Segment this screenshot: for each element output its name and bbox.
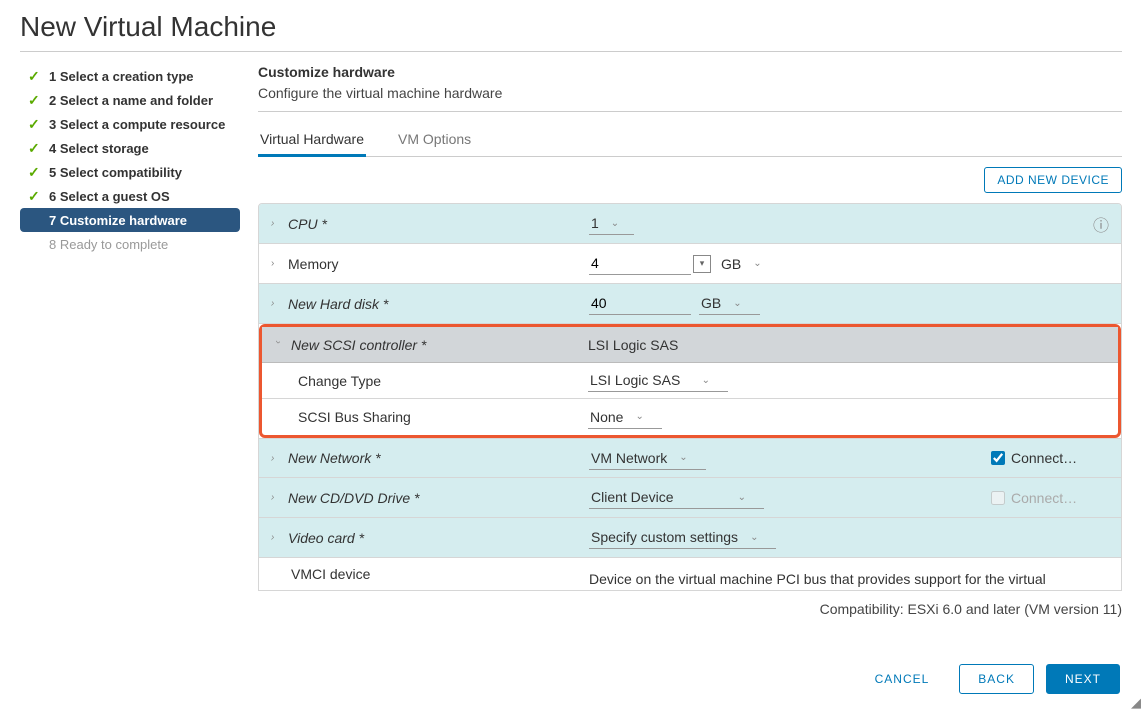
add-new-device-button[interactable]: ADD NEW DEVICE	[984, 167, 1122, 193]
section-title: Customize hardware	[258, 64, 1122, 80]
caret-right-icon: ›	[271, 258, 279, 269]
cpu-label[interactable]: ›CPU *	[259, 216, 589, 232]
dialog-title: New Virtual Machine	[20, 0, 1122, 52]
cancel-button[interactable]: CANCEL	[857, 665, 948, 693]
wizard-step-8: ✓8 Ready to complete	[20, 232, 240, 256]
check-icon: ✓	[28, 164, 42, 181]
wizard-steps: ✓ 1 Select a creation type ✓ 2 Select a na…	[20, 64, 240, 627]
row-scsi-controller: ›New SCSI controller * LSI Logic SAS	[262, 327, 1118, 363]
chevron-down-icon: ⌄	[750, 532, 758, 543]
back-button[interactable]: BACK	[959, 664, 1034, 694]
video-select[interactable]: Specify custom settings⌄	[589, 526, 776, 549]
cd-dvd-select[interactable]: Client Device⌄	[589, 486, 764, 509]
cd-dvd-connect-checkbox	[991, 491, 1005, 505]
chevron-down-icon: ⌄	[738, 492, 746, 503]
chevron-down-icon: ⌄	[753, 258, 761, 269]
step-label: 7 Customize hardware	[49, 213, 187, 228]
change-type-label: Change Type	[262, 373, 588, 389]
memory-stepper[interactable]: ▾	[693, 255, 711, 273]
memory-label[interactable]: ›Memory	[259, 256, 589, 272]
scsi-value: LSI Logic SAS	[588, 337, 678, 353]
wizard-step-6[interactable]: ✓ 6 Select a guest OS	[20, 184, 240, 208]
wizard-step-7[interactable]: ✓7 Customize hardware	[20, 208, 240, 232]
bus-sharing-select[interactable]: None⌄	[588, 406, 662, 429]
row-bus-sharing: SCSI Bus Sharing None⌄	[262, 399, 1118, 435]
row-network: ›New Network * VM Network⌄ Connect…	[259, 438, 1121, 478]
bus-sharing-label: SCSI Bus Sharing	[262, 409, 588, 425]
wizard-step-5[interactable]: ✓ 5 Select compatibility	[20, 160, 240, 184]
step-label: 8 Ready to complete	[49, 237, 168, 252]
wizard-step-1[interactable]: ✓ 1 Select a creation type	[20, 64, 240, 88]
row-memory: ›Memory ▾ GB⌄	[259, 244, 1121, 284]
chevron-down-icon: ⌄	[679, 452, 687, 463]
vmci-description: Device on the virtual machine PCI bus th…	[589, 571, 1046, 587]
memory-input[interactable]	[589, 252, 691, 275]
compatibility-text: Compatibility: ESXi 6.0 and later (VM ve…	[258, 591, 1122, 627]
network-connect-label: Connect…	[1011, 450, 1077, 466]
step-label: 2 Select a name and folder	[49, 93, 213, 108]
row-video-card: ›Video card * Specify custom settings⌄	[259, 518, 1121, 558]
wizard-step-4[interactable]: ✓ 4 Select storage	[20, 136, 240, 160]
chevron-down-icon: ⌄	[611, 218, 619, 229]
check-icon: ✓	[28, 116, 42, 133]
section-subtitle: Configure the virtual machine hardware	[258, 85, 1122, 112]
row-cd-dvd: ›New CD/DVD Drive * Client Device⌄ Conne…	[259, 478, 1121, 518]
resize-handle-icon[interactable]: ◢	[1131, 695, 1141, 711]
scsi-label[interactable]: ›New SCSI controller *	[262, 337, 588, 353]
chevron-down-icon: ⌄	[702, 375, 710, 386]
footer: CANCEL BACK NEXT	[857, 664, 1120, 694]
network-select[interactable]: VM Network⌄	[589, 447, 706, 470]
step-label: 4 Select storage	[49, 141, 149, 156]
step-label: 6 Select a guest OS	[49, 189, 170, 204]
cd-dvd-label[interactable]: ›New CD/DVD Drive *	[259, 490, 589, 506]
row-hard-disk: ›New Hard disk * GB⌄	[259, 284, 1121, 324]
step-label: 3 Select a compute resource	[49, 117, 225, 132]
wizard-step-2[interactable]: ✓ 2 Select a name and folder	[20, 88, 240, 112]
network-connect-checkbox[interactable]	[991, 451, 1005, 465]
video-label[interactable]: ›Video card *	[259, 530, 589, 546]
caret-right-icon: ›	[271, 492, 279, 503]
vmci-label: VMCI device	[259, 566, 589, 582]
check-icon: ✓	[28, 188, 42, 205]
caret-right-icon: ›	[271, 218, 279, 229]
caret-right-icon: ›	[271, 453, 279, 464]
step-label: 5 Select compatibility	[49, 165, 182, 180]
row-change-type: Change Type LSI Logic SAS⌄	[262, 363, 1118, 399]
caret-down-icon: ›	[273, 341, 284, 349]
network-label[interactable]: ›New Network *	[259, 450, 589, 466]
scsi-highlight-box: ›New SCSI controller * LSI Logic SAS Cha…	[259, 324, 1121, 438]
step-label: 1 Select a creation type	[49, 69, 194, 84]
check-icon: ✓	[28, 68, 42, 85]
caret-right-icon: ›	[271, 532, 279, 543]
check-icon: ✓	[28, 92, 42, 109]
hard-disk-input[interactable]	[589, 292, 691, 315]
next-button[interactable]: NEXT	[1046, 664, 1120, 694]
tab-vm-options[interactable]: VM Options	[396, 124, 473, 156]
chevron-down-icon: ⌄	[733, 298, 741, 309]
info-icon[interactable]: ⓘ	[1093, 212, 1109, 236]
row-vmci: VMCI device Device on the virtual machin…	[259, 558, 1121, 590]
change-type-select[interactable]: LSI Logic SAS⌄	[588, 369, 728, 392]
row-cpu: ›CPU * 1⌄ ⓘ	[259, 204, 1121, 244]
hard-disk-label[interactable]: ›New Hard disk *	[259, 296, 589, 312]
tabs: Virtual Hardware VM Options	[258, 124, 1122, 157]
check-icon: ✓	[28, 140, 42, 157]
cd-dvd-connect-label: Connect…	[1011, 490, 1077, 506]
hardware-panel: ›CPU * 1⌄ ⓘ ›Memory ▾ GB⌄ ›N	[258, 203, 1122, 591]
chevron-down-icon: ⌄	[635, 411, 643, 422]
tab-virtual-hardware[interactable]: Virtual Hardware	[258, 124, 366, 157]
wizard-step-3[interactable]: ✓ 3 Select a compute resource	[20, 112, 240, 136]
memory-unit-select[interactable]: GB⌄	[719, 255, 764, 273]
caret-right-icon: ›	[271, 298, 279, 309]
cpu-select[interactable]: 1⌄	[589, 212, 634, 235]
hard-disk-unit-select[interactable]: GB⌄	[699, 292, 760, 315]
